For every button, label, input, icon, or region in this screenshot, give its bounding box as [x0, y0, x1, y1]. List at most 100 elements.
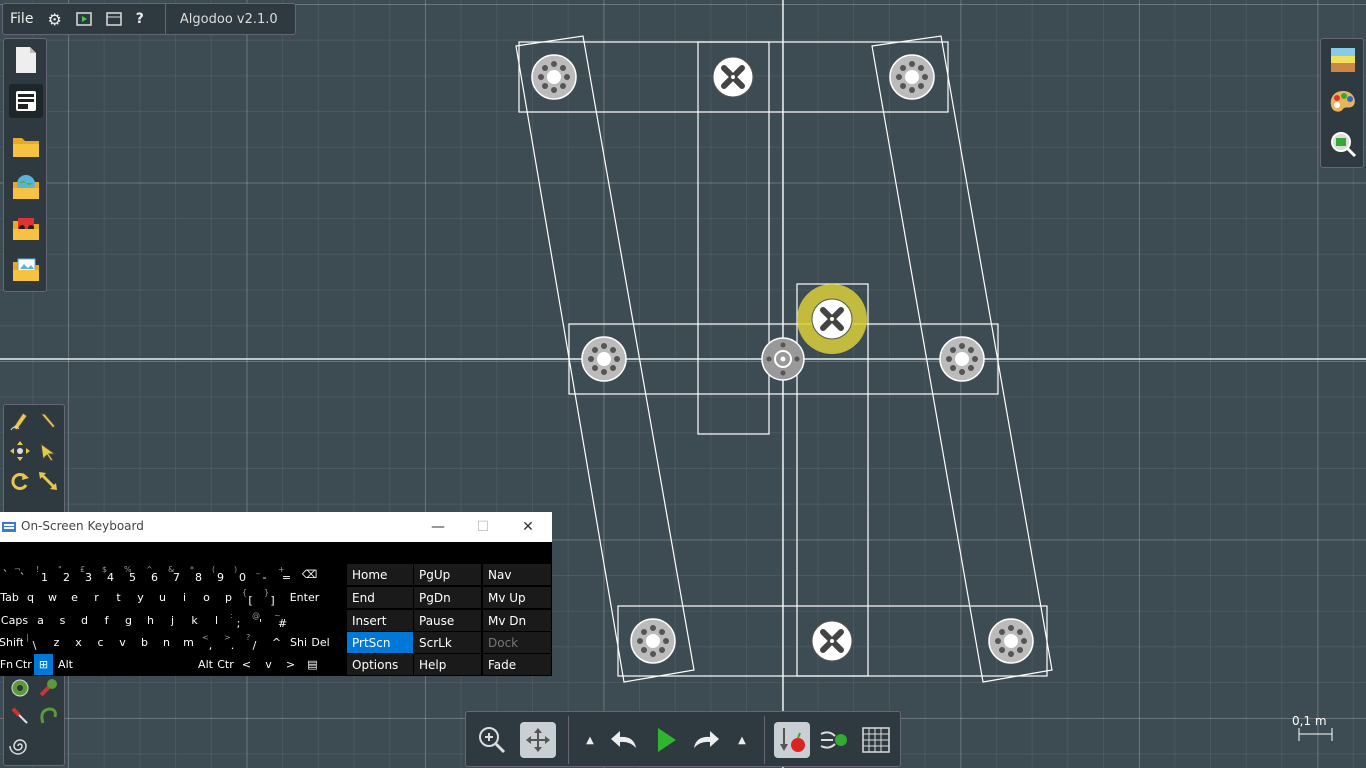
open-scene-button[interactable]	[9, 129, 43, 163]
zoom-to-scene-button[interactable]	[1326, 127, 1360, 161]
appearance-button[interactable]	[1326, 85, 1360, 119]
minimize-button[interactable]: —	[418, 512, 458, 542]
chain-tool-button[interactable]	[35, 703, 61, 729]
osk-nav-key[interactable]: Help	[414, 654, 481, 675]
osk-nav-key[interactable]: Mv Up	[483, 587, 551, 608]
settings-button[interactable]: ⚙	[40, 4, 68, 34]
hinge-top-right[interactable]	[889, 54, 935, 100]
fixate-tool-button[interactable]	[35, 675, 61, 701]
osk-nav-key[interactable]: PrtScn	[347, 632, 413, 653]
osk-key[interactable]: s	[52, 610, 73, 631]
center-upper-beam[interactable]	[697, 41, 770, 435]
drag-tool-button[interactable]	[35, 438, 61, 464]
sketch-tool-button[interactable]	[7, 408, 33, 434]
fixate-selected[interactable]	[811, 298, 853, 340]
play-button[interactable]	[648, 722, 684, 758]
osk-key[interactable]: }]	[262, 587, 283, 608]
osk-key[interactable]: * 8	[188, 564, 209, 585]
osk-key[interactable]: i	[174, 587, 195, 608]
osk-nav-key[interactable]: Insert	[347, 610, 413, 631]
osk-key[interactable]: Ctr	[216, 654, 235, 675]
air-friction-button[interactable]	[816, 722, 852, 758]
osk-key[interactable]	[78, 654, 195, 675]
osk-key[interactable]: _ -	[254, 564, 275, 585]
osk-key[interactable]: ? /	[244, 632, 265, 653]
osk-key[interactable]: % 5	[122, 564, 143, 585]
background-button[interactable]	[1326, 43, 1360, 77]
knife-tool-button[interactable]	[7, 703, 33, 729]
osk-key[interactable]: Shift	[0, 632, 23, 653]
osk-key[interactable]: o	[196, 587, 217, 608]
osk-key[interactable]: d	[74, 610, 95, 631]
osk-key[interactable]: b	[134, 632, 155, 653]
osk-key[interactable]: g	[118, 610, 139, 631]
osk-key[interactable]: p	[218, 587, 239, 608]
close-button[interactable]: ✕	[508, 512, 548, 542]
scale-tool-button[interactable]	[35, 468, 61, 494]
hinge-center[interactable]	[761, 337, 805, 381]
osk-key[interactable]: ^	[266, 632, 287, 653]
osk-key[interactable]: & 7	[166, 564, 187, 585]
osk-key[interactable]: j	[162, 610, 183, 631]
osk-nav-key[interactable]: End	[347, 587, 413, 608]
osk-key[interactable]: v	[112, 632, 133, 653]
file-menu[interactable]: File	[3, 4, 40, 34]
osk-key[interactable]: x	[68, 632, 89, 653]
undo-button[interactable]	[606, 722, 642, 758]
osk-key[interactable]: ▤	[302, 654, 323, 675]
fixate-bottom[interactable]	[811, 620, 853, 662]
osk-key[interactable]: y	[130, 587, 151, 608]
osk-key[interactable]: z	[46, 632, 67, 653]
osk-key[interactable]: ~ #	[272, 610, 293, 631]
osk-key[interactable]: >	[280, 654, 301, 675]
osk-key[interactable]: w	[42, 587, 63, 608]
osk-key[interactable]: k	[184, 610, 205, 631]
zoom-button[interactable]	[474, 722, 510, 758]
osk-nav-key[interactable]: Home	[347, 564, 413, 585]
osk-key[interactable]: r	[86, 587, 107, 608]
browse-online-button[interactable]	[9, 170, 43, 204]
phunlets-button[interactable]	[9, 211, 43, 245]
osk-nav-key[interactable]: Dock	[483, 632, 551, 653]
run-button[interactable]	[69, 4, 99, 34]
fixate-top[interactable]	[712, 56, 754, 98]
osk-nav-key[interactable]: Mv Dn	[483, 610, 551, 631]
osk-key[interactable]: Ctr	[14, 654, 33, 675]
osk-nav-key[interactable]: Fade	[483, 654, 551, 675]
osk-key[interactable]: ⌫	[298, 564, 321, 585]
osk-key[interactable]: <	[236, 654, 257, 675]
osk-nav-key[interactable]: PgUp	[414, 564, 481, 585]
osk-key[interactable]: :;	[228, 610, 249, 631]
gravity-button[interactable]	[774, 722, 810, 758]
osk-nav-key[interactable]: PgDn	[414, 587, 481, 608]
osk-key[interactable]: Tab	[0, 587, 19, 608]
maximize-button[interactable]: ☐	[463, 512, 503, 542]
osk-key[interactable]: h	[140, 610, 161, 631]
brush-tool-button[interactable]	[35, 408, 61, 434]
redo-button[interactable]	[688, 722, 724, 758]
new-scene-button[interactable]	[9, 43, 43, 77]
osk-key[interactable]: Shi	[288, 632, 309, 653]
osk-key[interactable]: ¬ `	[12, 564, 33, 585]
osk-nav-key[interactable]: Nav	[483, 564, 551, 585]
osk-nav-key[interactable]: Pause	[414, 610, 481, 631]
help-button[interactable]: ?	[129, 4, 151, 34]
hinge-middle-right[interactable]	[939, 336, 985, 382]
hinge-bottom-left[interactable]	[630, 618, 676, 664]
pan-button[interactable]	[520, 722, 556, 758]
osk-key[interactable]: q	[20, 587, 41, 608]
osk-key[interactable]: t	[108, 587, 129, 608]
blank-scene-button[interactable]	[9, 84, 43, 118]
osk-key[interactable]: £3	[78, 564, 99, 585]
osk-key[interactable]: Alt	[54, 654, 77, 675]
gear-tool-button[interactable]	[7, 675, 33, 701]
hinge-bottom-right[interactable]	[988, 618, 1034, 664]
osk-key[interactable]: Alt	[196, 654, 215, 675]
osk-key[interactable]: {[	[240, 587, 261, 608]
osk-nav-key[interactable]: Options	[347, 654, 413, 675]
osk-key[interactable]: m	[178, 632, 199, 653]
osk-key[interactable]: e	[64, 587, 85, 608]
osk-nav-key[interactable]: ScrLk	[414, 632, 481, 653]
osk-key[interactable]: ) 0	[232, 564, 253, 585]
osk-key[interactable]: @ '	[250, 610, 271, 631]
